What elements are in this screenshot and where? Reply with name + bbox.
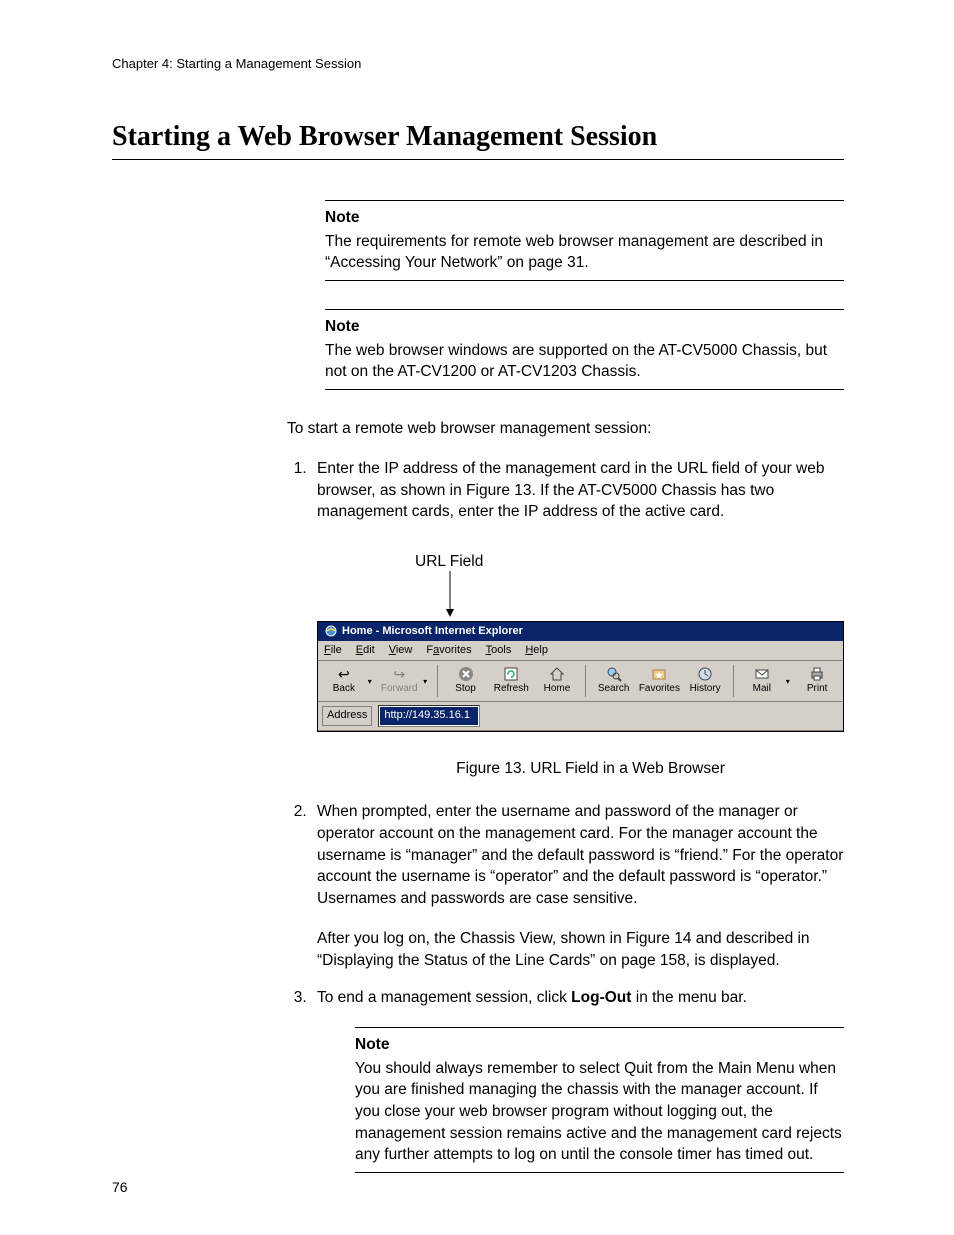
ie-window: Home - Microsoft Internet Explorer File … (317, 621, 844, 732)
note-rule (325, 280, 844, 281)
menu-file[interactable]: File (324, 643, 342, 658)
print-button[interactable]: Print (795, 663, 839, 699)
toolbar-separator (733, 665, 734, 697)
mail-label: Mail (753, 682, 771, 696)
note-block-2: Note The web browser windows are support… (325, 309, 844, 390)
section-title: Starting a Web Browser Management Sessio… (112, 121, 844, 153)
note-block-3: Note You should always remember to selec… (355, 1027, 844, 1173)
stop-button[interactable]: Stop (444, 663, 488, 699)
step-2b-text: After you log on, the Chassis View, show… (317, 928, 844, 971)
favorites-label: Favorites (639, 682, 680, 696)
mail-dropdown-icon[interactable]: ▾ (786, 676, 794, 687)
forward-dropdown-icon[interactable]: ▾ (423, 676, 431, 687)
print-icon (807, 666, 827, 682)
back-button[interactable]: ↩ Back (322, 663, 366, 699)
note-label: Note (355, 1034, 844, 1056)
search-icon (604, 666, 624, 682)
note-text: The requirements for remote web browser … (325, 231, 844, 274)
note-rule (325, 309, 844, 310)
history-icon (695, 666, 715, 682)
menu-tools[interactable]: Tools (486, 643, 512, 658)
menu-view[interactable]: View (389, 643, 413, 658)
url-field-callout: URL Field (317, 551, 844, 573)
running-header: Chapter 4: Starting a Management Session (112, 56, 844, 71)
history-button[interactable]: History (683, 663, 727, 699)
ie-addressbar: Address http://149.35.16.1 (318, 702, 843, 730)
forward-icon: ↪ (389, 666, 409, 682)
menu-edit[interactable]: Edit (356, 643, 375, 658)
refresh-icon (501, 666, 521, 682)
note-rule (355, 1172, 844, 1173)
note-label: Note (325, 316, 844, 338)
home-label: Home (544, 682, 571, 696)
home-button[interactable]: Home (535, 663, 579, 699)
menu-favorites[interactable]: Favorites (426, 643, 471, 658)
intro-paragraph: To start a remote web browser management… (287, 418, 844, 440)
ie-logo-icon (324, 625, 338, 637)
step-2-text: When prompted, enter the username and pa… (317, 803, 843, 907)
mail-button[interactable]: Mail (740, 663, 784, 699)
note-text: The web browser windows are supported on… (325, 340, 844, 383)
note-rule (355, 1027, 844, 1028)
note-block-1: Note The requirements for remote web bro… (325, 200, 844, 281)
note-rule (325, 200, 844, 201)
stop-icon (456, 666, 476, 682)
search-label: Search (598, 682, 630, 696)
mail-icon (752, 666, 772, 682)
ie-menubar: File Edit View Favorites Tools Help (318, 641, 843, 661)
step-1: Enter the IP address of the management c… (311, 458, 844, 780)
favorites-icon (649, 666, 669, 682)
print-label: Print (807, 682, 828, 696)
callout-arrow (317, 575, 844, 617)
step-2: When prompted, enter the username and pa… (311, 801, 844, 971)
step-3-pre: To end a management session, click (317, 989, 571, 1006)
refresh-button[interactable]: Refresh (489, 663, 533, 699)
step-1-text: Enter the IP address of the management c… (317, 460, 824, 520)
forward-label: Forward (381, 682, 418, 696)
note-text: You should always remember to select Qui… (355, 1058, 844, 1166)
history-label: History (690, 682, 721, 696)
address-input[interactable]: http://149.35.16.1 (380, 707, 478, 724)
back-icon: ↩ (334, 666, 354, 682)
back-label: Back (333, 682, 355, 696)
step-3-post: in the menu bar. (631, 989, 746, 1006)
search-button[interactable]: Search (592, 663, 636, 699)
step-3: To end a management session, click Log-O… (311, 987, 844, 1173)
home-icon (547, 666, 567, 682)
ie-toolbar: ↩ Back ▾ ↪ Forward ▾ (318, 661, 843, 702)
refresh-label: Refresh (494, 682, 529, 696)
ordered-steps: Enter the IP address of the management c… (287, 458, 844, 1173)
note-rule (325, 389, 844, 390)
figure-caption: Figure 13. URL Field in a Web Browser (317, 758, 844, 780)
ie-titlebar: Home - Microsoft Internet Explorer (318, 622, 843, 641)
note-label: Note (325, 207, 844, 229)
title-rule (112, 159, 844, 160)
step-3-bold: Log-Out (571, 989, 631, 1006)
address-label: Address (322, 706, 372, 725)
toolbar-separator (437, 665, 438, 697)
ie-title-text: Home - Microsoft Internet Explorer (342, 624, 523, 639)
favorites-button[interactable]: Favorites (638, 663, 682, 699)
back-dropdown-icon[interactable]: ▾ (368, 676, 376, 687)
page-number: 76 (112, 1179, 128, 1195)
menu-help[interactable]: Help (525, 643, 548, 658)
forward-button[interactable]: ↪ Forward (377, 663, 421, 699)
toolbar-separator (585, 665, 586, 697)
address-input-wrap[interactable]: http://149.35.16.1 (378, 705, 480, 726)
stop-label: Stop (455, 682, 476, 696)
